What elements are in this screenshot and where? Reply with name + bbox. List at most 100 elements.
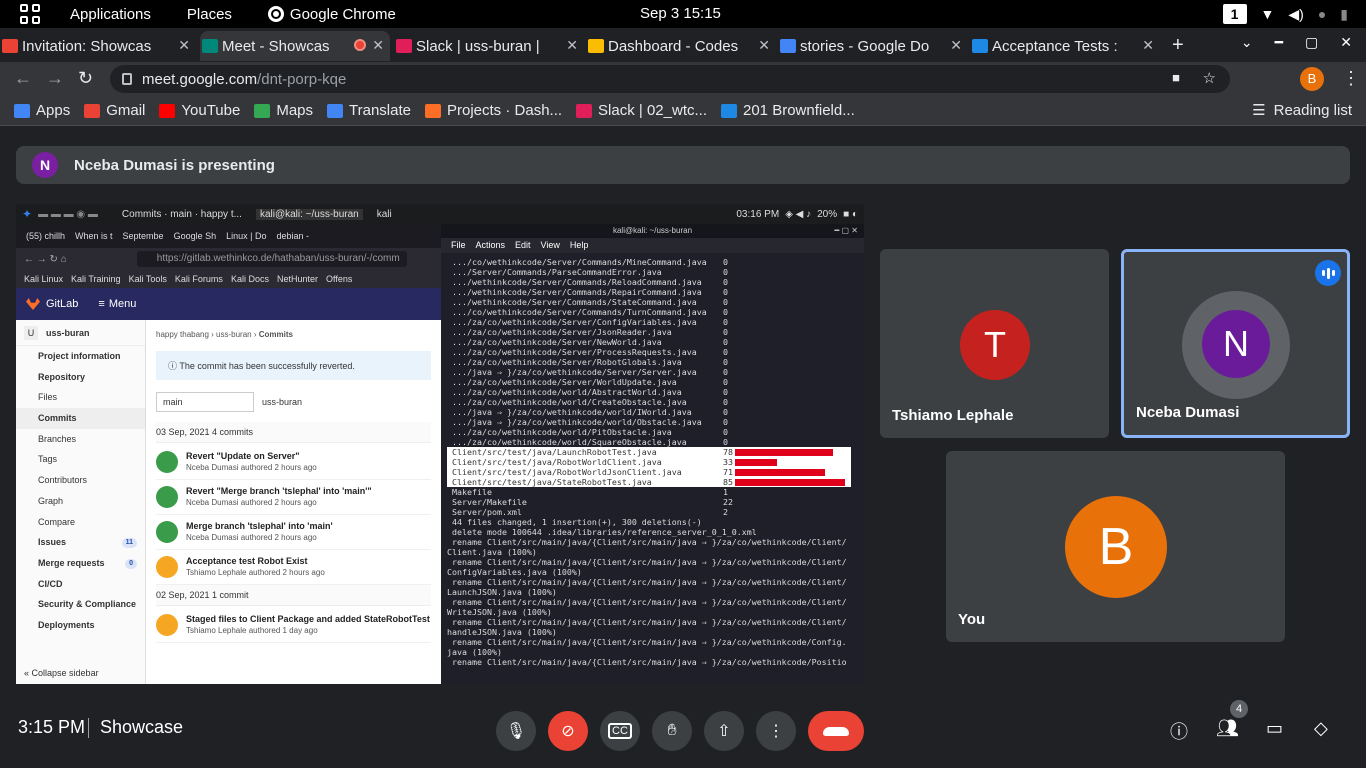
gitlab-menu-label: Menu	[108, 298, 137, 310]
leave-call-button[interactable]	[808, 711, 864, 751]
commit-title: Staged files to Client Package and added…	[186, 614, 430, 624]
terminal-line: rename Client/src/main/java/{Client/src/…	[447, 617, 864, 627]
bookmark-apps[interactable]: Apps	[14, 102, 70, 119]
participant-name: Tshiamo Lephale	[892, 407, 1014, 424]
presenter-avatar: N	[32, 152, 58, 178]
meeting-name[interactable]: Showcase	[100, 717, 183, 738]
bookmark-gmail[interactable]: Gmail	[84, 102, 145, 119]
breadcrumb-item: uss-buran	[216, 330, 252, 339]
terminal-line: .../java ⇒ }/za/co/wethinkcode/Server/Se…	[447, 367, 864, 377]
participant-tile-self[interactable]: B You	[946, 451, 1285, 642]
count-badge: 0	[125, 558, 137, 569]
camera-off-button[interactable]: ⊘	[548, 711, 588, 751]
meeting-details-icon[interactable]: ⓘ	[1170, 718, 1188, 744]
terminal-line-text: .../za/co/wethinkcode/world/AbstractWorl…	[447, 387, 727, 397]
camera-icon[interactable]: ■	[1172, 70, 1180, 85]
lock-icon[interactable]	[122, 73, 132, 85]
change-count: 2	[723, 507, 728, 517]
terminal-line-text: .../za/co/wethinkcode/world/SquareObstac…	[447, 437, 727, 447]
tab-meet[interactable]: Meet - Showcas ✕	[200, 31, 390, 61]
change-count: 0	[723, 287, 728, 297]
close-icon[interactable]: ✕	[372, 37, 384, 54]
tab-slack[interactable]: Slack | uss-buran | ✕	[394, 31, 584, 61]
launcher-icons: ▬ ▬ ▬ ◉ ▬	[38, 208, 98, 220]
more-options-button[interactable]: ⋮	[756, 711, 796, 751]
commit-row: Revert "Update on Server" Nceba Dumasi au…	[156, 445, 431, 480]
present-button[interactable]: ⇧	[704, 711, 744, 751]
maximize-icon[interactable]: ▢	[1305, 34, 1318, 51]
close-icon[interactable]: ✕	[950, 37, 962, 54]
tab-search-icon[interactable]: ⌄	[1241, 34, 1253, 51]
minimize-icon[interactable]: ━	[1275, 34, 1283, 51]
bookmark-projects[interactable]: Projects · Dash...	[425, 102, 562, 119]
terminal-line: .../Server/Commands/ParseCommandError.ja…	[447, 267, 864, 277]
page-icon	[721, 103, 737, 118]
bookmark-star-icon[interactable]: ☆	[1203, 69, 1216, 87]
microphone-button[interactable]: 🎙︎	[496, 711, 536, 751]
profile-avatar[interactable]: B	[1300, 67, 1324, 91]
more-vert-icon: ⋮	[768, 723, 784, 740]
chrome-menu-icon[interactable]: ⋮	[1342, 68, 1360, 89]
terminal-line: handleJSON.java (100%)	[447, 627, 864, 637]
places-menu[interactable]: Places	[187, 6, 232, 23]
new-tab-button[interactable]: +	[1172, 34, 1184, 57]
terminal-menu-item: View	[540, 240, 560, 250]
change-count: 1	[723, 487, 728, 497]
bookmark-label: Apps	[36, 102, 71, 119]
bookmark-maps[interactable]: Maps	[254, 102, 313, 119]
close-icon[interactable]: ✕	[1142, 37, 1154, 54]
people-icon[interactable]: 👥︎	[1216, 718, 1239, 739]
terminal-line-text: .../java ⇒ }/za/co/wethinkcode/world/IWo…	[447, 407, 727, 417]
active-app-menu[interactable]: Google Chrome	[267, 6, 396, 23]
bookmark-slack[interactable]: Slack | 02_wtc...	[576, 102, 707, 119]
bookmark-brownfield[interactable]: 201 Brownfield...	[721, 102, 855, 119]
terminal-line-text: java (100%)	[447, 647, 502, 657]
address-bar[interactable]: meet.google.com/dnt-porp-kqe ☆ ■	[110, 65, 1230, 93]
close-icon[interactable]: ✕	[758, 37, 770, 54]
bookmark-translate[interactable]: Translate	[327, 102, 411, 119]
tab-invitation[interactable]: Invitation: Showcas ✕	[0, 31, 196, 61]
captions-button[interactable]: CC	[600, 711, 640, 751]
reload-icon[interactable]: ↻	[78, 68, 93, 89]
app-grid-icon[interactable]	[20, 4, 40, 24]
participant-tile-tshiamo[interactable]: T Tshiamo Lephale	[880, 249, 1109, 438]
author-avatar-icon	[156, 556, 178, 578]
chrome-icon	[267, 6, 284, 22]
people-count-badge: 4	[1230, 700, 1248, 718]
chat-icon[interactable]: ▭	[1266, 718, 1283, 739]
participant-tile-nceba[interactable]: N Nceba Dumasi	[1121, 249, 1350, 438]
alert-text: The commit has been successfully reverte…	[179, 361, 355, 371]
ff-tab: When is t	[75, 231, 113, 241]
commit-text: Acceptance test Robot Exist Tshiamo Lepha…	[186, 556, 325, 577]
close-icon[interactable]: ✕	[178, 37, 190, 54]
applications-menu[interactable]: Applications	[70, 6, 151, 23]
bookmark-youtube[interactable]: YouTube	[159, 102, 240, 119]
terminal-line: rename Client/src/main/java/{Client/src/…	[447, 657, 864, 667]
reading-list-button[interactable]: ☰ Reading list	[1252, 101, 1352, 120]
raise-hand-button[interactable]: ✋︎	[652, 711, 692, 751]
meeting-controls-bar: 3:15 PM Showcase 🎙︎ ⊘ CC ✋︎ ⇧ ⋮ ⓘ 👥︎ 4 ▭…	[0, 700, 1366, 768]
tab-google-docs[interactable]: stories - Google Do ✕	[778, 31, 968, 61]
sidebar-item-label: Files	[38, 392, 58, 403]
bookmark-label: YouTube	[181, 102, 241, 119]
gitlab-sidebar-item: Issues 11	[16, 532, 145, 553]
forward-icon[interactable]: →	[46, 68, 64, 89]
commit-text: Staged files to Client Package and added…	[186, 614, 430, 635]
change-count: 0	[723, 297, 728, 307]
tab-acceptance-tests[interactable]: Acceptance Tests : ✕	[970, 31, 1160, 61]
tab-codescreen[interactable]: Dashboard - Codes ✕	[586, 31, 776, 61]
system-tray[interactable]: 1 ▼ ◀) ● ▮	[1222, 4, 1348, 24]
deletion-bar	[735, 479, 845, 486]
terminal-line: Client/src/test/java/RobotWorldJsonClien…	[447, 467, 851, 477]
page-icon	[972, 39, 988, 53]
sidebar-item-label: Repository	[38, 371, 86, 382]
close-window-icon[interactable]: ✕	[1340, 34, 1352, 51]
back-icon[interactable]: ←	[14, 68, 32, 89]
kali-clock: 03:16 PM	[736, 208, 780, 220]
commit-text: Merge branch 'tslephal' into 'main' Nceba…	[186, 521, 333, 542]
workspace-indicator[interactable]: 1	[1222, 4, 1247, 24]
system-clock[interactable]: Sep 3 15:15	[640, 5, 721, 22]
commit-meta: Tshiamo Lephale authored 2 hours ago	[186, 568, 325, 577]
activities-icon[interactable]: ◇	[1314, 718, 1328, 739]
close-icon[interactable]: ✕	[566, 37, 578, 54]
